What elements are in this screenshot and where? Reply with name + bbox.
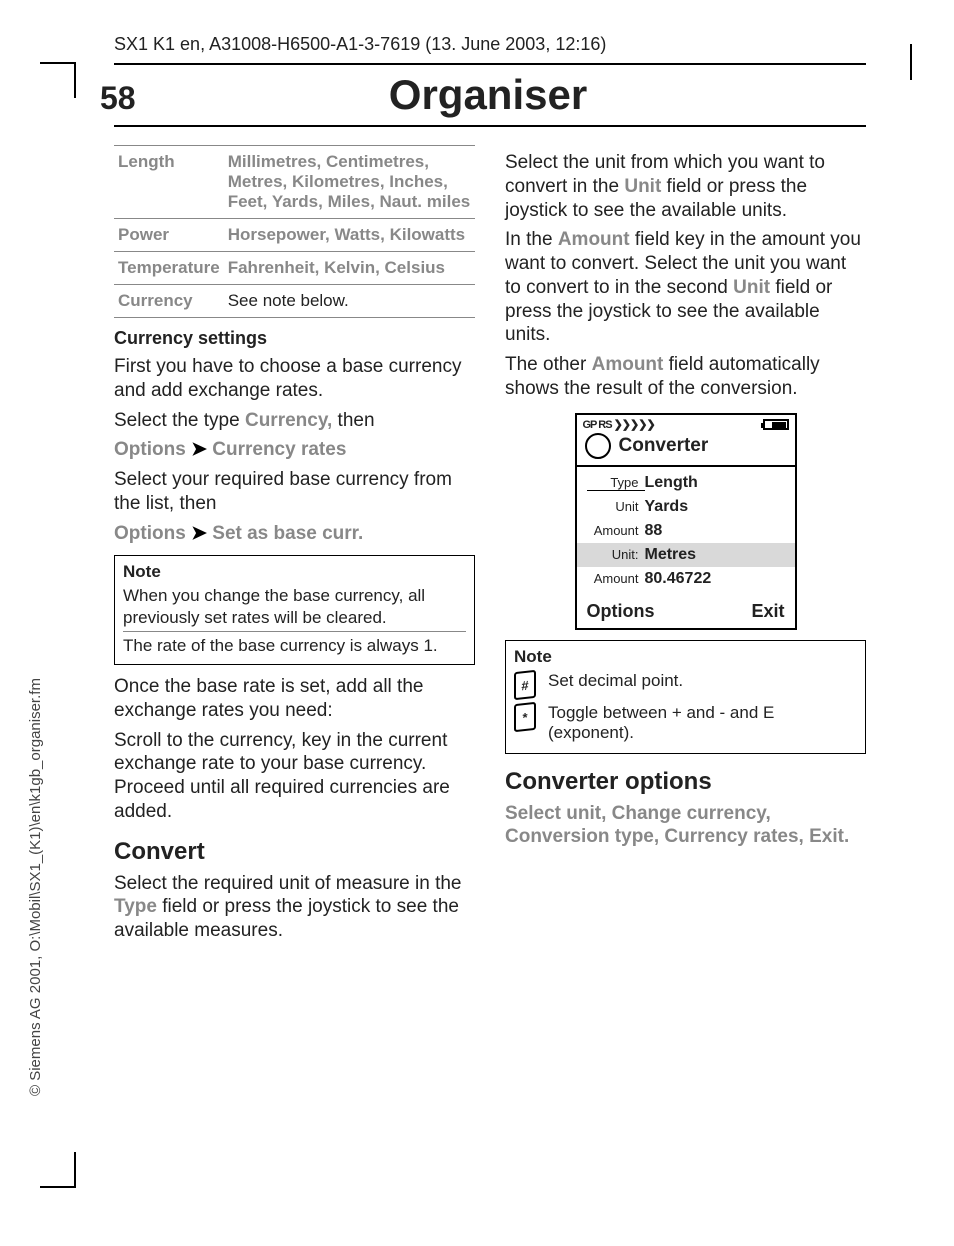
hash-key-icon: # bbox=[514, 669, 536, 699]
note-box: Note When you change the base currency, … bbox=[114, 555, 475, 665]
note-box: Note # Set decimal point. * Toggle betwe… bbox=[505, 640, 866, 754]
note-text: The rate of the base currency is always … bbox=[123, 631, 466, 656]
rule-top bbox=[114, 63, 866, 65]
phone-field-unit-from[interactable]: UnitYards bbox=[577, 495, 795, 519]
body-text: In the Amount field key in the amount yo… bbox=[505, 228, 866, 347]
softkey-options[interactable]: Options bbox=[587, 601, 655, 622]
phone-screenshot: GP RS ❯❯❯❯❯ Converter TypeLength UnitYar… bbox=[575, 413, 797, 630]
heading-convert: Convert bbox=[114, 838, 475, 866]
body-text: First you have to choose a base currency… bbox=[114, 355, 475, 403]
note-text: Toggle between + and - and E (exponent). bbox=[548, 703, 857, 743]
signal-icon: GP RS ❯❯❯❯❯ bbox=[583, 418, 655, 431]
rule-under-title bbox=[114, 125, 866, 127]
note-text: Set decimal point. bbox=[548, 671, 683, 691]
table-row: CurrencySee note below. bbox=[114, 285, 475, 318]
menu-path: Options ➤ Currency rates bbox=[114, 438, 475, 462]
menu-path: Options ➤ Set as base curr. bbox=[114, 522, 475, 546]
units-table: LengthMillimetres, Centimetres, Metres, … bbox=[114, 145, 475, 318]
table-row: PowerHorsepower, Watts, Kilowatts bbox=[114, 219, 475, 252]
body-text: Select your required base currency from … bbox=[114, 468, 475, 516]
options-list: Select unit, Change currency, Conversion… bbox=[505, 802, 866, 850]
body-text: Scroll to the currency, key in the curre… bbox=[114, 729, 475, 824]
table-row: TemperatureFahrenheit, Kelvin, Celsius bbox=[114, 252, 475, 285]
phone-field-unit-to[interactable]: Unit:Metres bbox=[577, 543, 795, 567]
arrow-icon: ➤ bbox=[191, 523, 207, 544]
side-copyright: © Siemens AG 2001, O:\Mobil\SX1_(K1)\en\… bbox=[27, 678, 44, 1096]
table-row: LengthMillimetres, Centimetres, Metres, … bbox=[114, 146, 475, 219]
battery-icon bbox=[763, 419, 789, 430]
body-text: Select the unit from which you want to c… bbox=[505, 151, 866, 222]
heading-converter-options: Converter options bbox=[505, 768, 866, 796]
body-text: Once the base rate is set, add all the e… bbox=[114, 675, 475, 723]
page-title: Organiser bbox=[110, 71, 866, 119]
note-text: When you change the base currency, all p… bbox=[123, 585, 466, 628]
star-key-icon: * bbox=[514, 701, 536, 731]
heading-currency-settings: Currency settings bbox=[114, 328, 475, 349]
phone-field-type[interactable]: TypeLength bbox=[577, 471, 795, 495]
phone-app-title: Converter bbox=[619, 435, 709, 457]
note-heading: Note bbox=[123, 562, 466, 582]
body-text: The other Amount field automatically sho… bbox=[505, 353, 866, 401]
body-text: Select the type Currency, then bbox=[114, 409, 475, 433]
converter-app-icon bbox=[585, 433, 611, 459]
phone-field-amount-to[interactable]: Amount80.46722 bbox=[577, 567, 795, 591]
phone-field-amount-from[interactable]: Amount88 bbox=[577, 519, 795, 543]
softkey-exit[interactable]: Exit bbox=[751, 601, 784, 622]
note-heading: Note bbox=[514, 647, 857, 667]
arrow-icon: ➤ bbox=[191, 439, 207, 460]
doc-header: SX1 K1 en, A31008-H6500-A1-3-7619 (13. J… bbox=[114, 34, 866, 55]
body-text: Select the required unit of measure in t… bbox=[114, 872, 475, 943]
